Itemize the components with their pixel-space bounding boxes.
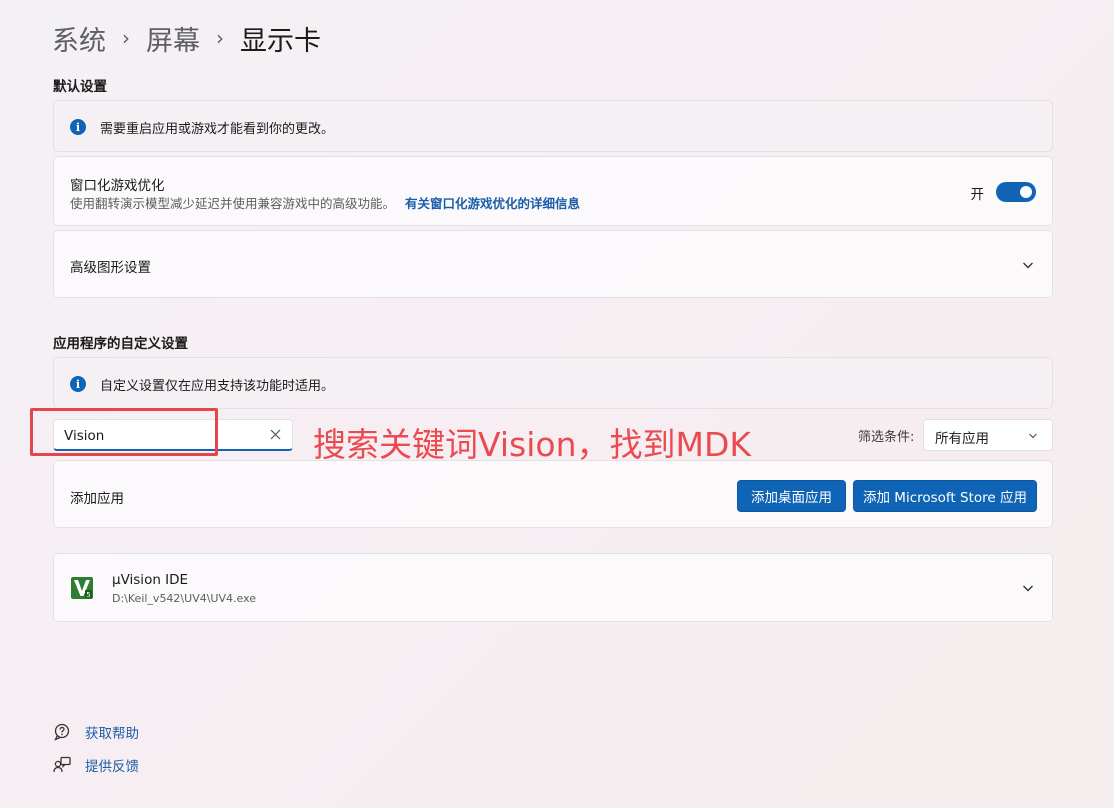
- windowed-game-optimization-card: 窗口化游戏优化 使用翻转演示模型减少延迟并使用兼容游戏中的高级功能。 有关窗口化游…: [53, 156, 1053, 226]
- help-icon: [54, 723, 70, 741]
- give-feedback-link[interactable]: 提供反馈: [53, 755, 139, 775]
- feedback-icon: [53, 756, 71, 773]
- add-app-card: 添加应用 添加桌面应用 添加 Microsoft Store 应用: [53, 460, 1053, 528]
- add-desktop-app-button[interactable]: 添加桌面应用: [737, 480, 846, 512]
- breadcrumb-display[interactable]: 屏幕: [146, 19, 200, 58]
- give-feedback-text[interactable]: 提供反馈: [85, 755, 139, 775]
- windowed-opt-details-link[interactable]: 有关窗口化游戏优化的详细信息: [405, 196, 580, 211]
- advanced-graphics-settings-card[interactable]: 高级图形设置: [53, 230, 1053, 298]
- custom-info-text: 自定义设置仅在应用支持该功能时适用。: [100, 379, 335, 394]
- close-icon[interactable]: [270, 429, 281, 440]
- get-help-text[interactable]: 获取帮助: [85, 722, 139, 742]
- chevron-down-icon[interactable]: [1022, 259, 1034, 271]
- toggle-knob: [1020, 186, 1032, 198]
- windowed-opt-description-text: 使用翻转演示模型减少延迟并使用兼容游戏中的高级功能。: [70, 196, 396, 211]
- info-icon: i: [70, 119, 86, 135]
- filter-label: 筛选条件:: [858, 430, 915, 445]
- chevron-down-icon: [1029, 433, 1037, 439]
- chevron-down-icon[interactable]: [1022, 582, 1034, 594]
- uvision-app-icon: 5: [71, 577, 93, 599]
- app-list-item[interactable]: 5 µVision IDE D:\Keil_v542\UV4\UV4.exe: [53, 553, 1053, 622]
- annotation-text: 搜索关键词Vision，找到MDK: [313, 425, 752, 464]
- breadcrumb-separator: ›: [216, 26, 224, 50]
- breadcrumb-system[interactable]: 系统: [52, 19, 106, 58]
- svg-text:5: 5: [86, 591, 90, 599]
- restart-info-text: 需要重启应用或游戏才能看到你的更改。: [100, 122, 335, 137]
- windowed-opt-description: 使用翻转演示模型减少延迟并使用兼容游戏中的高级功能。 有关窗口化游戏优化的详细信息: [70, 193, 580, 212]
- page-title: 显示卡: [240, 25, 321, 57]
- filter-dropdown[interactable]: 所有应用: [923, 419, 1053, 451]
- add-store-app-button[interactable]: 添加 Microsoft Store 应用: [853, 480, 1037, 512]
- custom-info-card: i 自定义设置仅在应用支持该功能时适用。: [53, 357, 1053, 409]
- windowed-opt-toggle[interactable]: [996, 182, 1036, 202]
- app-name: µVision IDE: [112, 572, 189, 588]
- app-path: D:\Keil_v542\UV4\UV4.exe: [112, 592, 257, 605]
- windowed-opt-title: 窗口化游戏优化: [70, 178, 165, 194]
- toggle-state-label: 开: [970, 187, 985, 203]
- restart-info-card: i 需要重启应用或游戏才能看到你的更改。: [53, 100, 1053, 152]
- filter-value: 所有应用: [935, 431, 989, 447]
- info-icon: i: [70, 376, 86, 392]
- advanced-graphics-title: 高级图形设置: [70, 260, 151, 276]
- annotation-highlight-box: [30, 408, 218, 456]
- breadcrumb: 系统 › 屏幕 › 显示卡: [52, 18, 321, 58]
- custom-settings-heading: 应用程序的自定义设置: [53, 336, 188, 352]
- default-settings-heading: 默认设置: [53, 79, 107, 95]
- breadcrumb-separator: ›: [122, 26, 130, 50]
- add-app-label: 添加应用: [70, 491, 124, 507]
- get-help-link[interactable]: 获取帮助: [53, 722, 139, 742]
